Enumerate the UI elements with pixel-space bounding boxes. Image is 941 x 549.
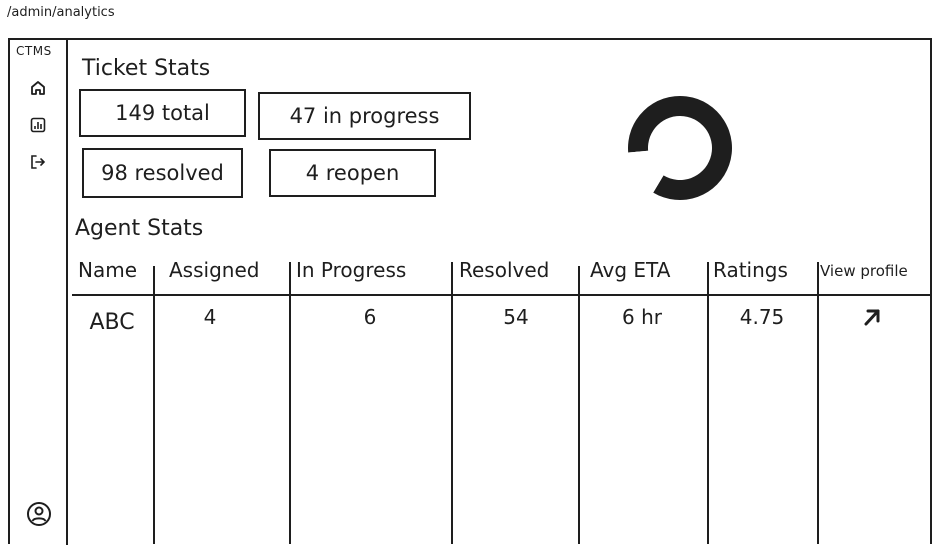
table-column-divider	[817, 262, 819, 544]
user-circle-icon[interactable]	[26, 501, 52, 527]
cell-name: ABC	[89, 310, 135, 335]
table-column-divider	[707, 262, 709, 544]
col-header-in-progress: In Progress	[296, 258, 407, 282]
ticket-donut-chart	[628, 96, 732, 200]
cell-resolved: 54	[503, 305, 529, 329]
table-column-divider	[451, 262, 453, 544]
col-header-resolved: Resolved	[459, 258, 550, 282]
cell-ratings: 4.75	[739, 305, 785, 329]
col-header-avg-eta: Avg ETA	[590, 258, 671, 282]
ticket-stats-title: Ticket Stats	[82, 56, 211, 81]
logout-icon[interactable]	[27, 151, 49, 173]
table-header-divider	[72, 294, 932, 296]
table-column-divider	[578, 266, 580, 544]
col-header-view-profile: View profile	[820, 262, 908, 280]
cell-avg-eta: 6 hr	[622, 305, 662, 329]
cell-in-progress: 6	[363, 305, 377, 329]
brand-logo: CTMS	[16, 44, 52, 58]
view-profile-link[interactable]	[860, 305, 884, 329]
stat-in-progress: 47 in progress	[258, 92, 471, 140]
route-path: /admin/analytics	[7, 5, 115, 20]
home-icon[interactable]	[27, 77, 49, 99]
cell-assigned: 4	[203, 305, 217, 329]
col-header-name: Name	[78, 258, 138, 282]
table-column-divider	[153, 266, 155, 544]
stat-reopen: 4 reopen	[269, 149, 436, 197]
stat-resolved: 98 resolved	[82, 148, 243, 198]
arrow-up-left-icon	[864, 309, 880, 326]
analytics-icon[interactable]	[27, 114, 49, 136]
stat-total: 149 total	[79, 89, 246, 137]
col-header-ratings: Ratings	[713, 258, 788, 282]
agent-stats-title: Agent Stats	[75, 216, 204, 241]
donut-slice-filled	[628, 96, 732, 200]
sidebar-divider	[66, 40, 68, 545]
col-header-assigned: Assigned	[169, 258, 260, 282]
table-column-divider	[289, 262, 291, 544]
